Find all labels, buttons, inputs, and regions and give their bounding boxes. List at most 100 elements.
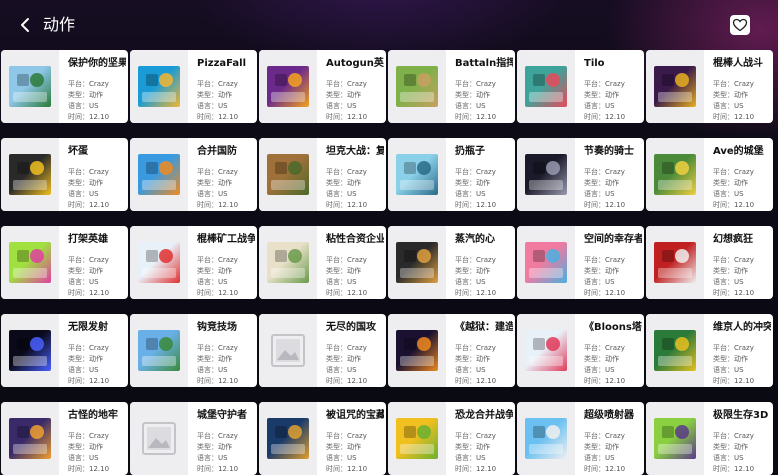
platform-label: 平台： xyxy=(455,432,476,440)
time-label: 时间： xyxy=(713,377,734,385)
game-card[interactable]: 极限生存3D 平台：Crazy 类型：动作 语言：US 时间：12.10 xyxy=(646,402,773,475)
game-card[interactable]: 幻想疯狂 平台：Crazy 类型：动作 语言：US 时间：12.10 xyxy=(646,226,773,299)
game-title: 空间的幸存者 xyxy=(584,234,642,245)
type-label: 类型： xyxy=(713,179,734,187)
game-card[interactable]: 节奏的骑士 平台：Crazy 类型：动作 语言：US 时间：12.10 xyxy=(517,138,644,211)
game-type-value: 动作 xyxy=(218,91,232,99)
game-lang-value: US xyxy=(734,102,744,110)
game-platform-row: 平台：Crazy xyxy=(197,431,238,442)
platform-label: 平台： xyxy=(713,80,734,88)
game-card[interactable]: 钩竞技场 平台：Crazy 类型：动作 语言：US 时间：12.10 xyxy=(130,314,257,387)
time-label: 时间： xyxy=(326,113,347,121)
game-card[interactable]: 古怪的地牢 平台：Crazy 类型：动作 语言：US 时间：12.10 xyxy=(1,402,128,475)
game-card[interactable]: 保护你的坚果 平台：Crazy 类型：动作 语言：US 时间：12.10 xyxy=(1,50,128,123)
lang-label: 语言： xyxy=(584,102,605,110)
game-type-row: 类型：动作 xyxy=(455,178,490,189)
game-type-row: 类型：动作 xyxy=(68,178,103,189)
game-card[interactable]: 扔瓶子 平台：Crazy 类型：动作 语言：US 时间：12.10 xyxy=(388,138,515,211)
game-time-value: 12.10 xyxy=(218,465,239,473)
game-card[interactable]: 棍棒人战斗 平台：Crazy 类型：动作 语言：US 时间：12.10 xyxy=(646,50,773,123)
game-card[interactable]: 城堡守护者 平台：Crazy 类型：动作 语言：US 时间：12.10 xyxy=(130,402,257,475)
game-thumbnail-frame xyxy=(130,314,188,387)
game-type-row: 类型：动作 xyxy=(584,90,619,101)
game-card[interactable]: 超级喷射器 平台：Crazy 类型：动作 语言：US 时间：12.10 xyxy=(517,402,644,475)
hook-arena-thumbnail xyxy=(138,330,180,371)
time-label: 时间： xyxy=(455,289,476,297)
game-card[interactable]: 打架英雄 平台：Crazy 类型：动作 语言：US 时间：12.10 xyxy=(1,226,128,299)
game-platform-row: 平台：Crazy xyxy=(326,167,367,178)
game-lang-row: 语言：US xyxy=(455,365,486,376)
game-card[interactable]: Tilo 平台：Crazy 类型：动作 语言：US 时间：12.10 xyxy=(517,50,644,123)
game-card[interactable]: PizzaFall 平台：Crazy 类型：动作 语言：US 时间：12.10 xyxy=(130,50,257,123)
game-card[interactable]: Battaln指挥官平台：Crazy类型：动作语言：US时间：12.10 xyxy=(388,50,515,123)
type-label: 类型： xyxy=(326,443,347,451)
game-platform-row: 平台：Crazy xyxy=(455,255,496,266)
game-time-value: 12.10 xyxy=(218,201,239,209)
game-title: 棍棒矿工战争 xyxy=(197,234,255,245)
game-card[interactable]: 空间的幸存者 平台：Crazy 类型：动作 语言：US 时间：12.10 xyxy=(517,226,644,299)
game-card[interactable]: 蒸汽的心 平台：Crazy 类型：动作 语言：US 时间：12.10 xyxy=(388,226,515,299)
platform-label: 平台： xyxy=(197,432,218,440)
game-card[interactable]: 《越狱：建造》平台：Crazy类型：动作语言：US时间：12.10 xyxy=(388,314,515,387)
type-label: 类型： xyxy=(455,443,476,451)
game-thumbnail-frame xyxy=(388,226,446,299)
game-card[interactable]: 无限发射 平台：Crazy 类型：动作 语言：US 时间：12.10 xyxy=(1,314,128,387)
game-title: 钩竞技场 xyxy=(197,322,237,333)
game-type-row: 类型：动作 xyxy=(455,90,490,101)
lang-label: 语言： xyxy=(455,278,476,286)
game-lang-row: 语言：US xyxy=(197,189,228,200)
type-label: 类型： xyxy=(713,91,734,99)
type-label: 类型： xyxy=(326,355,347,363)
game-card[interactable]: 棍棒矿工战争 平台：Crazy 类型：动作 语言：US 时间：12.10 xyxy=(130,226,257,299)
game-type-value: 动作 xyxy=(89,91,103,99)
type-label: 类型： xyxy=(197,443,218,451)
game-card[interactable]: Autogun英雄平台：Crazy类型：动作语言：US时间：12.10 xyxy=(259,50,386,123)
game-type-value: 动作 xyxy=(218,267,232,275)
game-card[interactable]: 坦克大战：复仇平台：Crazy类型：动作语言：US时间：12.10 xyxy=(259,138,386,211)
game-lang-value: US xyxy=(734,190,744,198)
game-time-row: 时间：12.10 xyxy=(455,376,496,387)
game-time-value: 12.10 xyxy=(347,377,368,385)
game-card[interactable]: 维京人的冲突 平台：Crazy 类型：动作 语言：US 时间：12.10 xyxy=(646,314,773,387)
game-type-row: 类型：动作 xyxy=(197,178,232,189)
game-title: 恐龙合并战争 xyxy=(455,410,513,421)
time-label: 时间： xyxy=(197,289,218,297)
game-lang-value: US xyxy=(89,102,99,110)
game-card[interactable]: 《Bloons塔防》平台：Crazy类型：动作语言：US时间：12.10 xyxy=(517,314,644,387)
game-platform-row: 平台：Crazy xyxy=(197,255,238,266)
lang-label: 语言： xyxy=(713,278,734,286)
game-time-row: 时间：12.10 xyxy=(68,112,109,123)
game-lang-row: 语言：US xyxy=(326,189,357,200)
game-platform-row: 平台：Crazy xyxy=(326,79,367,90)
game-type-value: 动作 xyxy=(605,355,619,363)
game-card[interactable]: 被诅咒的宝藏 平台：Crazy 类型：动作 语言：US 时间：12.10 xyxy=(259,402,386,475)
game-card[interactable]: Ave的城堡 平台：Crazy 类型：动作 语言：US 时间：12.10 xyxy=(646,138,773,211)
time-label: 时间： xyxy=(197,201,218,209)
game-card[interactable]: 恐龙合并战争 平台：Crazy 类型：动作 语言：US 时间：12.10 xyxy=(388,402,515,475)
game-type-value: 动作 xyxy=(476,443,490,451)
game-thumbnail-frame xyxy=(388,402,446,475)
type-label: 类型： xyxy=(326,179,347,187)
lang-label: 语言： xyxy=(584,190,605,198)
game-lang-value: US xyxy=(476,278,486,286)
game-type-row: 类型：动作 xyxy=(713,442,748,453)
game-lang-row: 语言：US xyxy=(326,101,357,112)
game-card[interactable]: 坏蛋 平台：Crazy 类型：动作 语言：US 时间：12.10 xyxy=(1,138,128,211)
platform-label: 平台： xyxy=(584,80,605,88)
game-title: 极限生存3D xyxy=(713,410,769,421)
back-button[interactable] xyxy=(14,13,38,37)
game-platform-row: 平台：Crazy xyxy=(713,255,754,266)
game-thumbnail-frame xyxy=(646,50,704,123)
platform-label: 平台： xyxy=(326,432,347,440)
stickman-mine-wars-thumbnail xyxy=(138,242,180,283)
platform-label: 平台： xyxy=(713,256,734,264)
game-card[interactable]: 无尽的国攻 平台：Crazy 类型：动作 语言：US 时间：12.10 xyxy=(259,314,386,387)
lang-label: 语言： xyxy=(68,190,89,198)
game-card[interactable]: 合并国防 平台：Crazy 类型：动作 语言：US 时间：12.10 xyxy=(130,138,257,211)
game-platform-value: Crazy xyxy=(218,168,238,176)
favorite-button[interactable] xyxy=(730,15,750,35)
game-platform-value: Crazy xyxy=(218,432,238,440)
game-title: 坏蛋 xyxy=(68,146,88,157)
game-platform-value: Crazy xyxy=(476,256,496,264)
game-card[interactable]: 粘性合资企业 平台：Crazy 类型：动作 语言：US 时间：12.10 xyxy=(259,226,386,299)
